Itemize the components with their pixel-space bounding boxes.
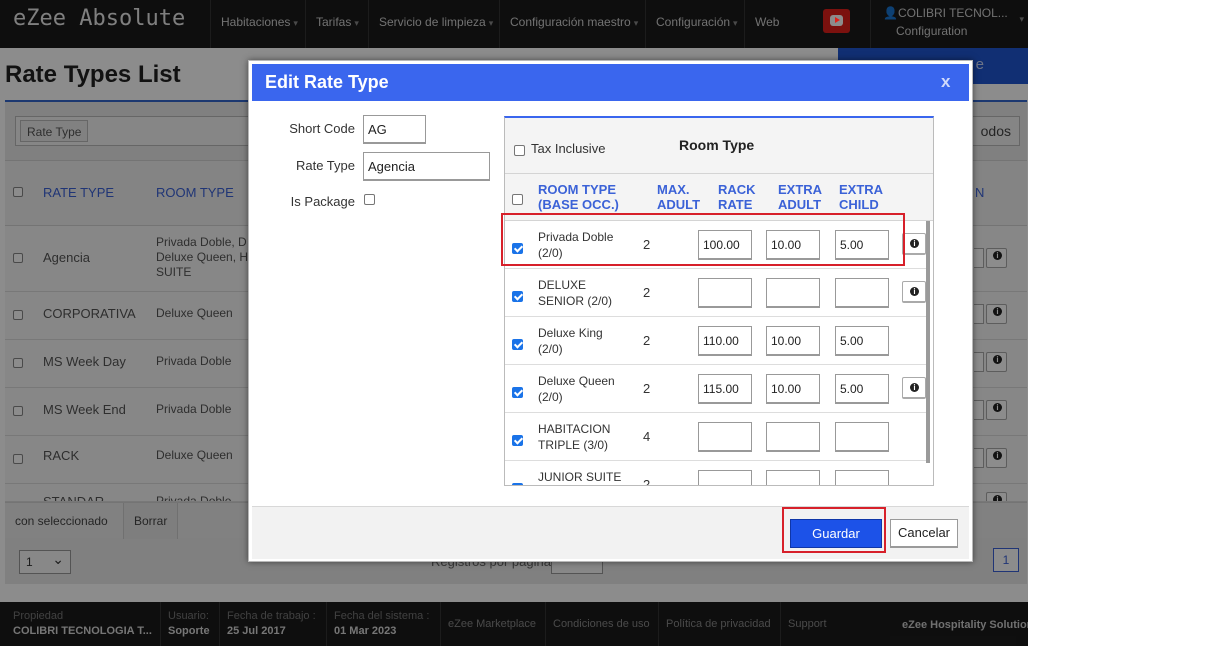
col-rack-rate: RACK RATE xyxy=(718,182,756,212)
room-name: JUNIOR SUITE xyxy=(538,470,622,484)
col-extra-adult: EXTRA ADULT xyxy=(778,182,823,212)
is-package-checkbox[interactable] xyxy=(364,194,375,205)
tax-inclusive-label: Tax Inclusive xyxy=(531,141,606,156)
room-name: Deluxe King (2/0) xyxy=(538,326,603,356)
grid-scrollbar[interactable] xyxy=(926,221,930,463)
room-name: HABITACION TRIPLE (3/0) xyxy=(538,422,611,452)
rack-rate-input[interactable] xyxy=(698,278,752,308)
rate-type-input[interactable]: Agencia xyxy=(363,152,490,181)
room-row: Deluxe King (2/0) 2 110.00 10.00 5.00 xyxy=(505,317,926,365)
extra-adult-input[interactable] xyxy=(766,422,820,452)
col-max-adult: MAX. ADULT xyxy=(657,182,701,212)
form-labels: Short Code Rate Type Is Package xyxy=(249,61,355,221)
room-name: Deluxe Queen (2/0) xyxy=(538,374,615,404)
short-code-input[interactable]: AG xyxy=(363,115,426,144)
app-root: eZee Absolute Habitaciones ▾ Tarifas ▾ Ser… xyxy=(0,0,1213,646)
extra-adult-input[interactable] xyxy=(766,278,820,308)
extra-child-input[interactable]: 5.00 xyxy=(835,326,889,356)
info-icon[interactable] xyxy=(902,377,926,399)
room-name: DELUXE SENIOR (2/0) xyxy=(538,278,613,308)
info-icon[interactable] xyxy=(902,233,926,255)
room-max-adult: 2 xyxy=(643,333,651,348)
tax-inclusive-checkbox[interactable] xyxy=(514,145,525,156)
room-checkbox[interactable] xyxy=(512,483,523,485)
extra-child-input[interactable] xyxy=(835,470,889,485)
extra-child-input[interactable] xyxy=(835,278,889,308)
extra-adult-input[interactable]: 10.00 xyxy=(766,374,820,404)
short-code-label: Short Code xyxy=(289,121,355,136)
room-max-adult: 2 xyxy=(643,381,651,396)
rack-rate-input[interactable]: 110.00 xyxy=(698,326,752,356)
room-checkbox[interactable] xyxy=(512,387,523,398)
room-max-adult: 2 xyxy=(643,285,651,300)
extra-child-input[interactable] xyxy=(835,422,889,452)
info-icon[interactable] xyxy=(902,281,926,303)
room-checkbox[interactable] xyxy=(512,435,523,446)
col-extra-child: EXTRA CHILD xyxy=(839,182,884,212)
room-type-grid-top: Tax Inclusive Room Type xyxy=(505,118,933,174)
room-checkbox[interactable] xyxy=(512,339,523,350)
room-row: DELUXE SENIOR (2/0) 2 xyxy=(505,269,926,317)
highlight-save-button xyxy=(782,507,886,553)
close-icon[interactable]: x xyxy=(941,72,950,92)
room-checkbox[interactable] xyxy=(512,291,523,302)
room-row: JUNIOR SUITE 2 xyxy=(505,461,926,486)
rack-rate-input[interactable]: 115.00 xyxy=(698,374,752,404)
rate-type-label: Rate Type xyxy=(295,158,355,173)
select-all-rooms-checkbox[interactable] xyxy=(512,194,523,205)
room-row: Deluxe Queen (2/0) 2 115.00 10.00 5.00 xyxy=(505,365,926,413)
extra-child-input[interactable]: 5.00 xyxy=(835,374,889,404)
room-type-title: Room Type xyxy=(679,137,755,153)
room-row: HABITACION TRIPLE (3/0) 4 xyxy=(505,413,926,461)
room-type-grid: Tax Inclusive Room Type ROOM TYPE (BASE O… xyxy=(504,116,934,486)
col-room-type: ROOM TYPE (BASE OCC.) xyxy=(538,182,619,212)
modal-header: Edit Rate Type x xyxy=(252,64,969,101)
edit-rate-type-modal: Edit Rate Type x Short Code Rate Type Is… xyxy=(248,60,973,562)
extra-adult-input[interactable] xyxy=(766,470,820,485)
is-package-label: Is Package xyxy=(290,194,355,209)
cancel-button[interactable]: Cancelar xyxy=(890,519,958,548)
room-max-adult: 4 xyxy=(643,429,651,444)
room-max-adult: 2 xyxy=(643,477,651,486)
rack-rate-input[interactable] xyxy=(698,422,752,452)
rack-rate-input[interactable] xyxy=(698,470,752,485)
highlight-first-room-row xyxy=(501,213,905,266)
extra-adult-input[interactable]: 10.00 xyxy=(766,326,820,356)
